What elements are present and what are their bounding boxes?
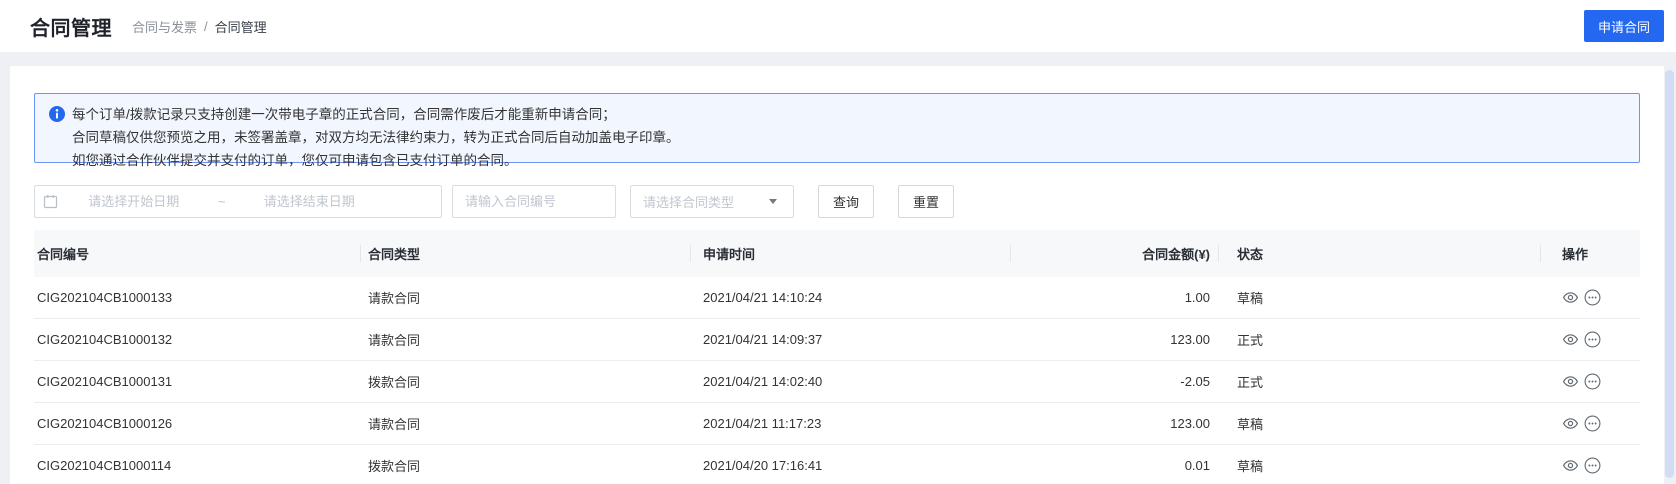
- apply-contract-button[interactable]: 申请合同: [1584, 10, 1664, 42]
- end-date-input[interactable]: [233, 194, 385, 209]
- status-badge: 正式: [1237, 375, 1264, 390]
- contract-no-cell: CIG202104CB1000133: [37, 290, 173, 305]
- start-date-input[interactable]: [58, 194, 210, 209]
- breadcrumb-parent[interactable]: 合同与发票: [132, 17, 197, 36]
- col-header-contract-no: 合同编号: [37, 247, 90, 262]
- scrollbar-thumb[interactable]: [1665, 70, 1674, 478]
- contract-no-cell: CIG202104CB1000131: [37, 374, 173, 389]
- view-icon[interactable]: [1562, 457, 1579, 474]
- apply-time-cell: 2021/04/21 11:17:23: [703, 416, 822, 431]
- date-range-picker[interactable]: ~: [34, 185, 442, 218]
- more-actions-icon[interactable]: [1584, 415, 1601, 432]
- view-icon[interactable]: [1562, 373, 1579, 390]
- header-separator: [1010, 245, 1011, 262]
- more-actions-icon[interactable]: [1584, 331, 1601, 348]
- contract-type-select[interactable]: 请选择合同类型: [630, 185, 794, 218]
- more-actions-icon[interactable]: [1584, 373, 1601, 390]
- apply-time-cell: 2021/04/21 14:10:24: [703, 290, 823, 305]
- alert-line: 如您通过合作伙伴提交并支付的订单，您仅可申请包含已支付订单的合同。: [72, 153, 518, 168]
- table-row: CIG202104CB1000132 请款合同 2021/04/21 14:09:3…: [34, 319, 1640, 361]
- alert-line: 合同草稿仅供您预览之用，未签署盖章，对双方均无法律约束力，转为正式合同后自动加盖…: [72, 130, 680, 145]
- status-badge: 草稿: [1237, 417, 1264, 432]
- table-body: CIG202104CB1000133 请款合同 2021/04/21 14:10:2…: [34, 277, 1640, 484]
- amount-cell: 123.00: [1170, 416, 1210, 431]
- status-badge: 正式: [1237, 333, 1264, 348]
- actions-cell: [1540, 415, 1640, 432]
- header-separator: [1540, 245, 1541, 262]
- breadcrumb-current: 合同管理: [214, 19, 267, 35]
- contract-type-placeholder: 请选择合同类型: [643, 195, 735, 210]
- table-row: CIG202104CB1000114 拨款合同 2021/04/20 17:16:4…: [34, 445, 1640, 484]
- alert-line: 每个订单/拨款记录只支持创建一次带电子章的正式合同，合同需作废后才能重新申请合同…: [72, 107, 616, 122]
- header-separator: [1218, 245, 1219, 262]
- contract-type-cell: 请款合同: [368, 417, 421, 432]
- alert-text: 每个订单/拨款记录只支持创建一次带电子章的正式合同，合同需作废后才能重新申请合同…: [72, 103, 680, 172]
- status-badge: 草稿: [1237, 291, 1264, 306]
- reset-button[interactable]: 重置: [898, 185, 954, 218]
- apply-time-cell: 2021/04/21 14:02:40: [703, 374, 823, 389]
- contract-no-cell: CIG202104CB1000132: [37, 332, 173, 347]
- content-card: 每个订单/拨款记录只支持创建一次带电子章的正式合同，合同需作废后才能重新申请合同…: [10, 66, 1664, 484]
- calendar-icon: [43, 195, 58, 209]
- more-actions-icon[interactable]: [1584, 289, 1601, 306]
- table-row: CIG202104CB1000133 请款合同 2021/04/21 14:10:2…: [34, 277, 1640, 319]
- amount-cell: 123.00: [1170, 332, 1210, 347]
- contracts-table: 合同编号 合同类型 申请时间 合同金额(¥) 状态 操作 CIG202104CB…: [34, 230, 1640, 484]
- amount-cell: -2.05: [1180, 374, 1210, 389]
- actions-cell: [1540, 331, 1640, 348]
- table-header: 合同编号 合同类型 申请时间 合同金额(¥) 状态 操作: [34, 230, 1640, 277]
- amount-cell: 1.00: [1184, 290, 1210, 305]
- info-icon: [49, 106, 65, 122]
- more-actions-icon[interactable]: [1584, 457, 1601, 474]
- header-separator: [690, 245, 691, 262]
- date-range-separator: ~: [217, 194, 226, 209]
- col-header-type: 合同类型: [368, 247, 421, 262]
- col-header-amount: 合同金额(¥): [1142, 247, 1210, 262]
- view-icon[interactable]: [1562, 289, 1579, 306]
- header-separator: [360, 245, 361, 262]
- contract-type-cell: 请款合同: [368, 291, 421, 306]
- apply-time-cell: 2021/04/21 14:09:37: [703, 332, 823, 347]
- search-button[interactable]: 查询: [818, 185, 874, 218]
- col-header-actions: 操作: [1562, 247, 1589, 262]
- info-alert: 每个订单/拨款记录只支持创建一次带电子章的正式合同，合同需作废后才能重新申请合同…: [34, 93, 1640, 168]
- col-header-status: 状态: [1237, 247, 1264, 262]
- table-row: CIG202104CB1000126 请款合同 2021/04/21 11:17:2…: [34, 403, 1640, 445]
- status-badge: 草稿: [1237, 459, 1264, 474]
- contract-no-input[interactable]: [452, 185, 616, 218]
- contract-no-cell: CIG202104CB1000114: [37, 458, 172, 473]
- actions-cell: [1540, 289, 1640, 306]
- contract-type-cell: 拨款合同: [368, 375, 421, 390]
- page-title: 合同管理: [30, 17, 112, 40]
- filter-bar: ~ 请选择合同类型 查询 重置: [34, 185, 1640, 218]
- contract-type-cell: 请款合同: [368, 333, 421, 348]
- col-header-apply-time: 申请时间: [703, 247, 756, 262]
- contract-no-cell: CIG202104CB1000126: [37, 416, 173, 431]
- chevron-down-icon: [769, 199, 777, 204]
- actions-cell: [1540, 373, 1640, 390]
- actions-cell: [1540, 457, 1640, 474]
- breadcrumb: 合同与发票 / 合同管理: [132, 17, 267, 36]
- view-icon[interactable]: [1562, 331, 1579, 348]
- top-bar: 合同管理 合同与发票 / 合同管理 申请合同: [0, 0, 1676, 52]
- apply-time-cell: 2021/04/20 17:16:41: [703, 458, 823, 473]
- contract-type-cell: 拨款合同: [368, 459, 421, 474]
- view-icon[interactable]: [1562, 415, 1579, 432]
- breadcrumb-separator: /: [204, 18, 208, 34]
- table-row: CIG202104CB1000131 拨款合同 2021/04/21 14:02:4…: [34, 361, 1640, 403]
- amount-cell: 0.01: [1184, 458, 1210, 473]
